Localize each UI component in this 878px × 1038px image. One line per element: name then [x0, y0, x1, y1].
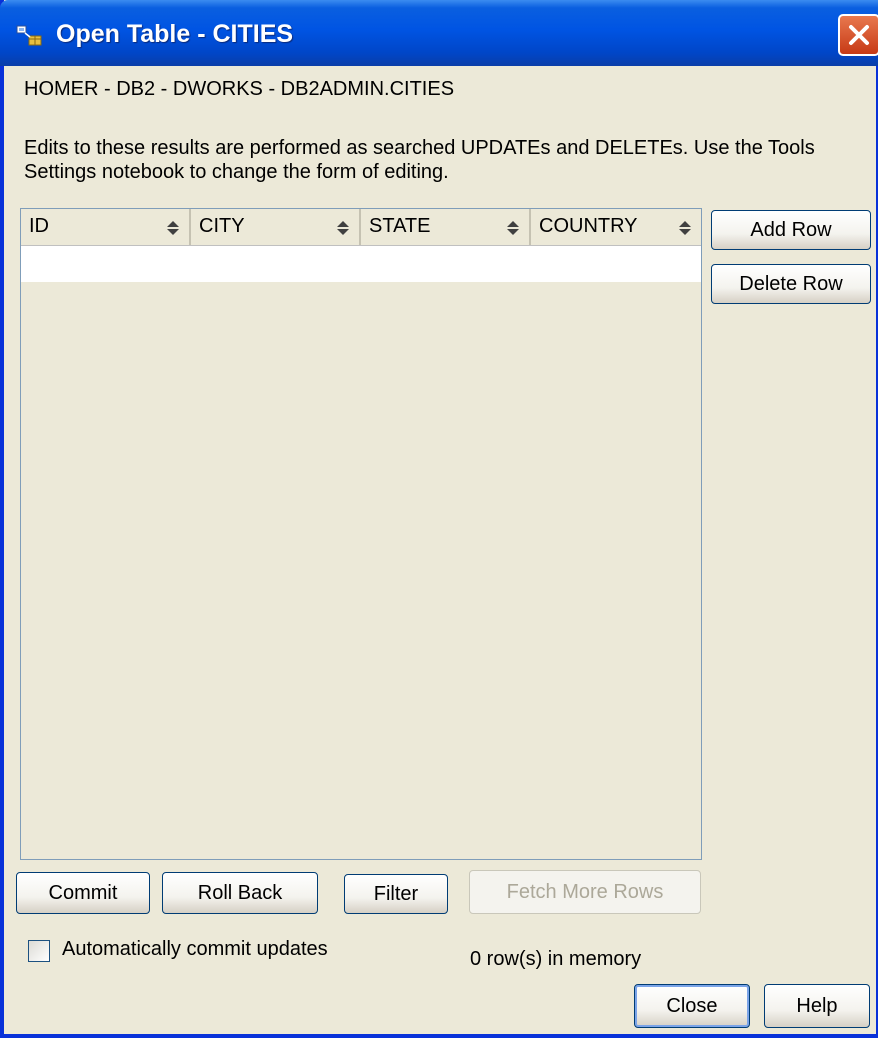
results-grid[interactable]: ID CITY STATE COUNTRY — [20, 208, 702, 860]
open-table-window: Open Table - CITIES HOMER - DB2 - DWORKS… — [0, 0, 878, 1038]
sort-updown-icon — [167, 221, 179, 235]
help-button[interactable]: Help — [764, 984, 870, 1028]
auto-commit-label: Automatically commit updates — [62, 938, 328, 960]
fetch-more-rows-button[interactable]: Fetch More Rows — [469, 870, 701, 914]
rows-in-memory-status: 0 row(s) in memory — [470, 948, 642, 970]
sort-updown-icon — [679, 221, 691, 235]
add-row-button[interactable]: Add Row — [711, 210, 871, 250]
auto-commit-checkbox[interactable] — [28, 940, 50, 962]
column-header-state[interactable]: STATE — [361, 209, 531, 245]
column-header-label: STATE — [369, 215, 431, 237]
grid-header: ID CITY STATE COUNTRY — [21, 209, 701, 246]
delete-row-button[interactable]: Delete Row — [711, 264, 871, 304]
column-header-label: CITY — [199, 215, 245, 237]
sort-updown-icon — [337, 221, 349, 235]
table-row[interactable] — [21, 246, 701, 282]
column-header-country[interactable]: COUNTRY — [531, 209, 701, 245]
commit-button[interactable]: Commit — [16, 872, 150, 914]
table-path-label: HOMER - DB2 - DWORKS - DB2ADMIN.CITIES — [24, 78, 455, 100]
column-header-label: ID — [29, 215, 49, 237]
filter-button[interactable]: Filter — [344, 874, 448, 914]
window-close-button[interactable] — [838, 14, 878, 56]
close-icon — [849, 25, 869, 45]
roll-back-button[interactable]: Roll Back — [162, 872, 318, 914]
table-app-icon — [16, 25, 42, 46]
column-header-id[interactable]: ID — [21, 209, 191, 245]
title-bar[interactable]: Open Table - CITIES — [0, 0, 878, 66]
column-header-label: COUNTRY — [539, 215, 638, 237]
window-title: Open Table - CITIES — [56, 20, 294, 48]
close-button[interactable]: Close — [634, 984, 750, 1028]
sort-updown-icon — [507, 221, 519, 235]
column-header-city[interactable]: CITY — [191, 209, 361, 245]
edit-mode-info-text: Edits to these results are performed as … — [24, 137, 815, 183]
